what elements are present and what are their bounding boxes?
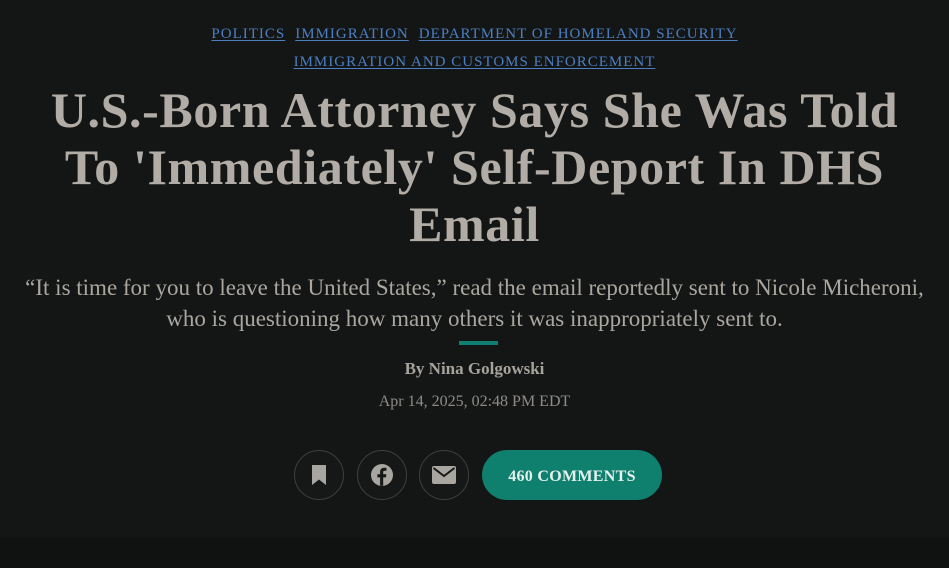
author-link[interactable]: Nina Golgowski	[429, 359, 545, 378]
publish-timestamp: Apr 14, 2025, 02:48 PM EDT	[378, 393, 571, 410]
tag-department-of-homeland-security[interactable]: DEPARTMENT OF HOMELAND SECURITY	[419, 26, 738, 42]
facebook-share-button[interactable]	[357, 450, 407, 500]
accent-divider	[459, 341, 498, 345]
byline-prefix: By	[404, 359, 425, 378]
article-headline: U.S.-Born Attorney Says She Was Told To …	[50, 82, 899, 252]
byline: By Nina Golgowski	[0, 358, 949, 380]
comments-count-label: 460 COMMENTS	[508, 467, 636, 485]
topic-tags-row-2: IMMIGRATION AND CUSTOMS ENFORCEMENT	[0, 48, 949, 76]
save-button[interactable]	[294, 450, 344, 500]
envelope-icon	[432, 466, 456, 484]
topic-tags: POLITICS IMMIGRATION DEPARTMENT OF HOMEL…	[0, 20, 949, 76]
page-footer-strip	[0, 538, 949, 568]
article-dek: “It is time for you to leave the United …	[25, 275, 924, 331]
article-header: POLITICS IMMIGRATION DEPARTMENT OF HOMEL…	[0, 0, 949, 538]
topic-tags-row-1: POLITICS IMMIGRATION DEPARTMENT OF HOMEL…	[0, 20, 949, 48]
tag-immigration[interactable]: IMMIGRATION	[295, 26, 409, 42]
bookmark-icon	[311, 464, 327, 486]
tag-politics[interactable]: POLITICS	[211, 26, 285, 42]
email-share-button[interactable]	[419, 450, 469, 500]
facebook-icon	[370, 463, 394, 487]
comments-button[interactable]: 460 COMMENTS	[482, 450, 662, 500]
tag-immigration-and-customs-enforcement[interactable]: IMMIGRATION AND CUSTOMS ENFORCEMENT	[294, 54, 656, 70]
